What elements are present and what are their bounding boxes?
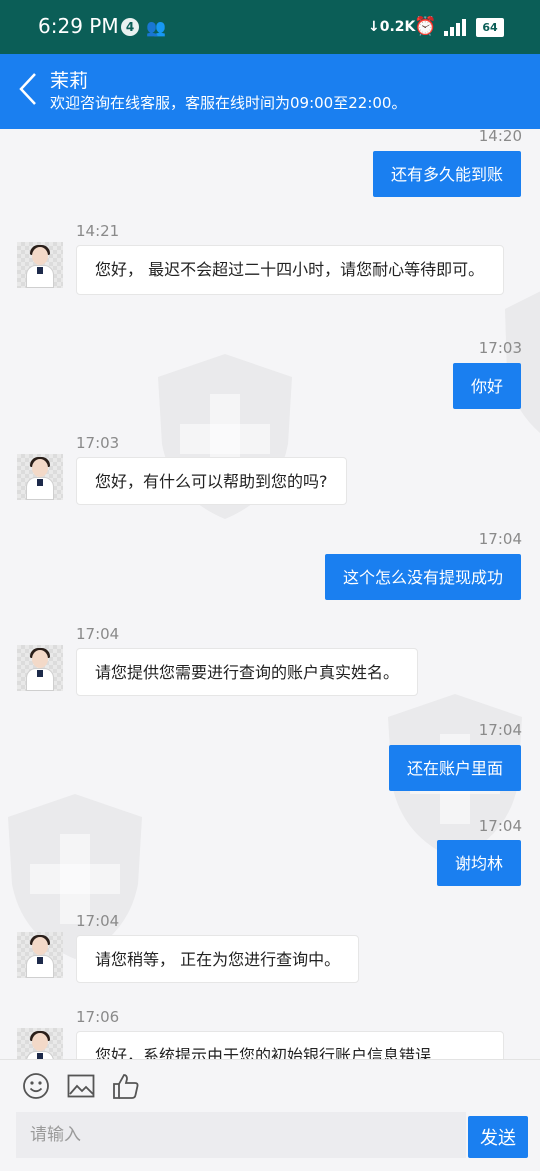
agent-name: 茉莉 — [50, 70, 89, 92]
chat-thread[interactable]: 14:20 还有多久能到账 14:21 您好， 最迟不会超过二十四小时，请您耐心… — [0, 129, 540, 1059]
outgoing-message[interactable]: 谢均林 — [436, 840, 521, 886]
agent-avatar[interactable] — [17, 932, 63, 978]
back-arrow-icon[interactable] — [18, 72, 38, 106]
incoming-message[interactable]: 您好，系统提示由于您的初始银行账户信息错误 — [76, 1031, 504, 1059]
outgoing-message[interactable]: 还有多久能到账 — [372, 151, 521, 197]
image-icon[interactable] — [67, 1072, 95, 1100]
notification-badge: 4 — [121, 18, 139, 36]
message-input[interactable] — [16, 1112, 466, 1158]
smiley-icon[interactable] — [22, 1072, 50, 1100]
contacts-icon: 👥 — [146, 18, 166, 37]
outgoing-message[interactable]: 还在账户里面 — [388, 745, 521, 791]
message-timestamp: 17:04 — [478, 721, 522, 739]
service-hours: 欢迎咨询在线客服，客服在线时间为09:00至22:00。 — [50, 94, 407, 112]
agent-avatar[interactable] — [17, 454, 63, 500]
send-button[interactable]: 发送 — [468, 1116, 528, 1158]
chat-header: 茉莉 欢迎咨询在线客服，客服在线时间为09:00至22:00。 — [0, 54, 540, 129]
incoming-message[interactable]: 请您提供您需要进行查询的账户真实姓名。 — [76, 648, 419, 696]
outgoing-message[interactable]: 这个怎么没有提现成功 — [324, 554, 521, 600]
agent-avatar[interactable] — [17, 645, 63, 691]
status-bar: 6:29 PM 4 👥 ↓0.2K ⏰ 64 — [0, 0, 540, 54]
message-timestamp: 17:04 — [478, 817, 522, 835]
battery-indicator: 64 — [476, 18, 504, 37]
message-timestamp: 17:06 — [76, 1008, 120, 1026]
message-timestamp: 14:20 — [478, 129, 522, 145]
thumbs-up-icon[interactable] — [112, 1072, 140, 1100]
incoming-message[interactable]: 您好，有什么可以帮助到您的吗? — [76, 457, 347, 505]
message-timestamp: 17:04 — [478, 530, 522, 548]
agent-avatar[interactable] — [17, 1028, 63, 1059]
signal-icon — [442, 18, 466, 36]
status-time: 6:29 PM — [38, 14, 119, 38]
message-timestamp: 14:21 — [76, 222, 120, 240]
incoming-message[interactable]: 请您稍等， 正在为您进行查询中。 — [76, 935, 360, 983]
message-timestamp: 17:04 — [76, 912, 120, 930]
message-timestamp: 17:03 — [76, 434, 120, 452]
input-panel: 发送 — [0, 1059, 540, 1171]
message-timestamp: 17:04 — [76, 625, 120, 643]
outgoing-message[interactable]: 你好 — [452, 363, 521, 409]
alarm-icon: ⏰ — [414, 16, 437, 37]
incoming-message[interactable]: 您好， 最迟不会超过二十四小时，请您耐心等待即可。 — [76, 245, 504, 295]
message-timestamp: 17:03 — [478, 339, 522, 357]
network-speed: ↓0.2K — [368, 19, 416, 35]
agent-avatar[interactable] — [17, 242, 63, 288]
